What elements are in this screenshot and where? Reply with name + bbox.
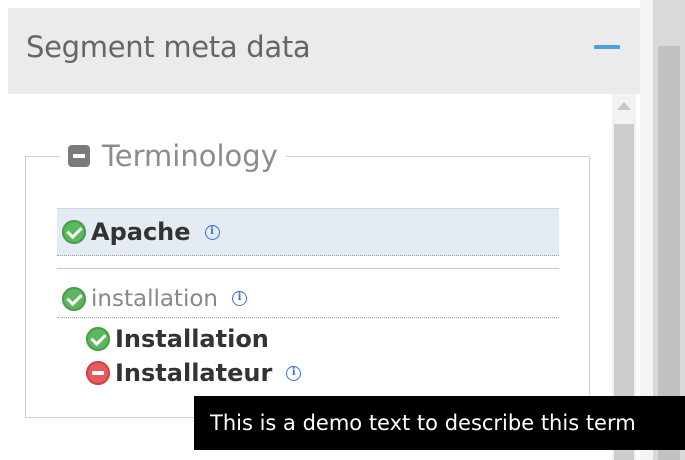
term-row-source[interactable]: installation i xyxy=(57,280,559,318)
info-icon[interactable]: i xyxy=(232,291,247,306)
term-row-target[interactable]: Installateur i xyxy=(86,358,302,388)
check-circle-icon xyxy=(86,327,110,351)
terminology-legend[interactable]: Terminology xyxy=(60,136,286,176)
check-circle-icon xyxy=(62,286,86,311)
term-row-target[interactable]: Installation xyxy=(86,324,269,354)
term-row-main[interactable]: Apache i xyxy=(57,208,559,256)
term-target-label: Installation xyxy=(115,325,269,353)
panel-title: Segment meta data xyxy=(26,30,311,64)
top-strip xyxy=(0,0,685,8)
panel-header[interactable]: Segment meta data xyxy=(8,8,640,94)
right-gutter xyxy=(640,0,653,460)
info-icon[interactable]: i xyxy=(286,365,302,381)
minus-circle-icon xyxy=(86,361,110,385)
term-target-label: Installateur xyxy=(115,359,273,387)
info-icon[interactable]: i xyxy=(204,224,220,240)
term-source-label: installation xyxy=(91,285,218,312)
divider xyxy=(57,268,559,269)
minus-icon[interactable] xyxy=(594,45,620,49)
term-main-label: Apache xyxy=(91,218,191,246)
tooltip: This is a demo text to describe this ter… xyxy=(194,396,685,450)
scroll-up-arrow-icon[interactable] xyxy=(617,102,631,110)
collapse-square-icon[interactable] xyxy=(68,145,90,167)
check-circle-icon xyxy=(62,220,86,244)
terminology-label: Terminology xyxy=(102,139,278,173)
tooltip-text: This is a demo text to describe this ter… xyxy=(210,411,636,435)
